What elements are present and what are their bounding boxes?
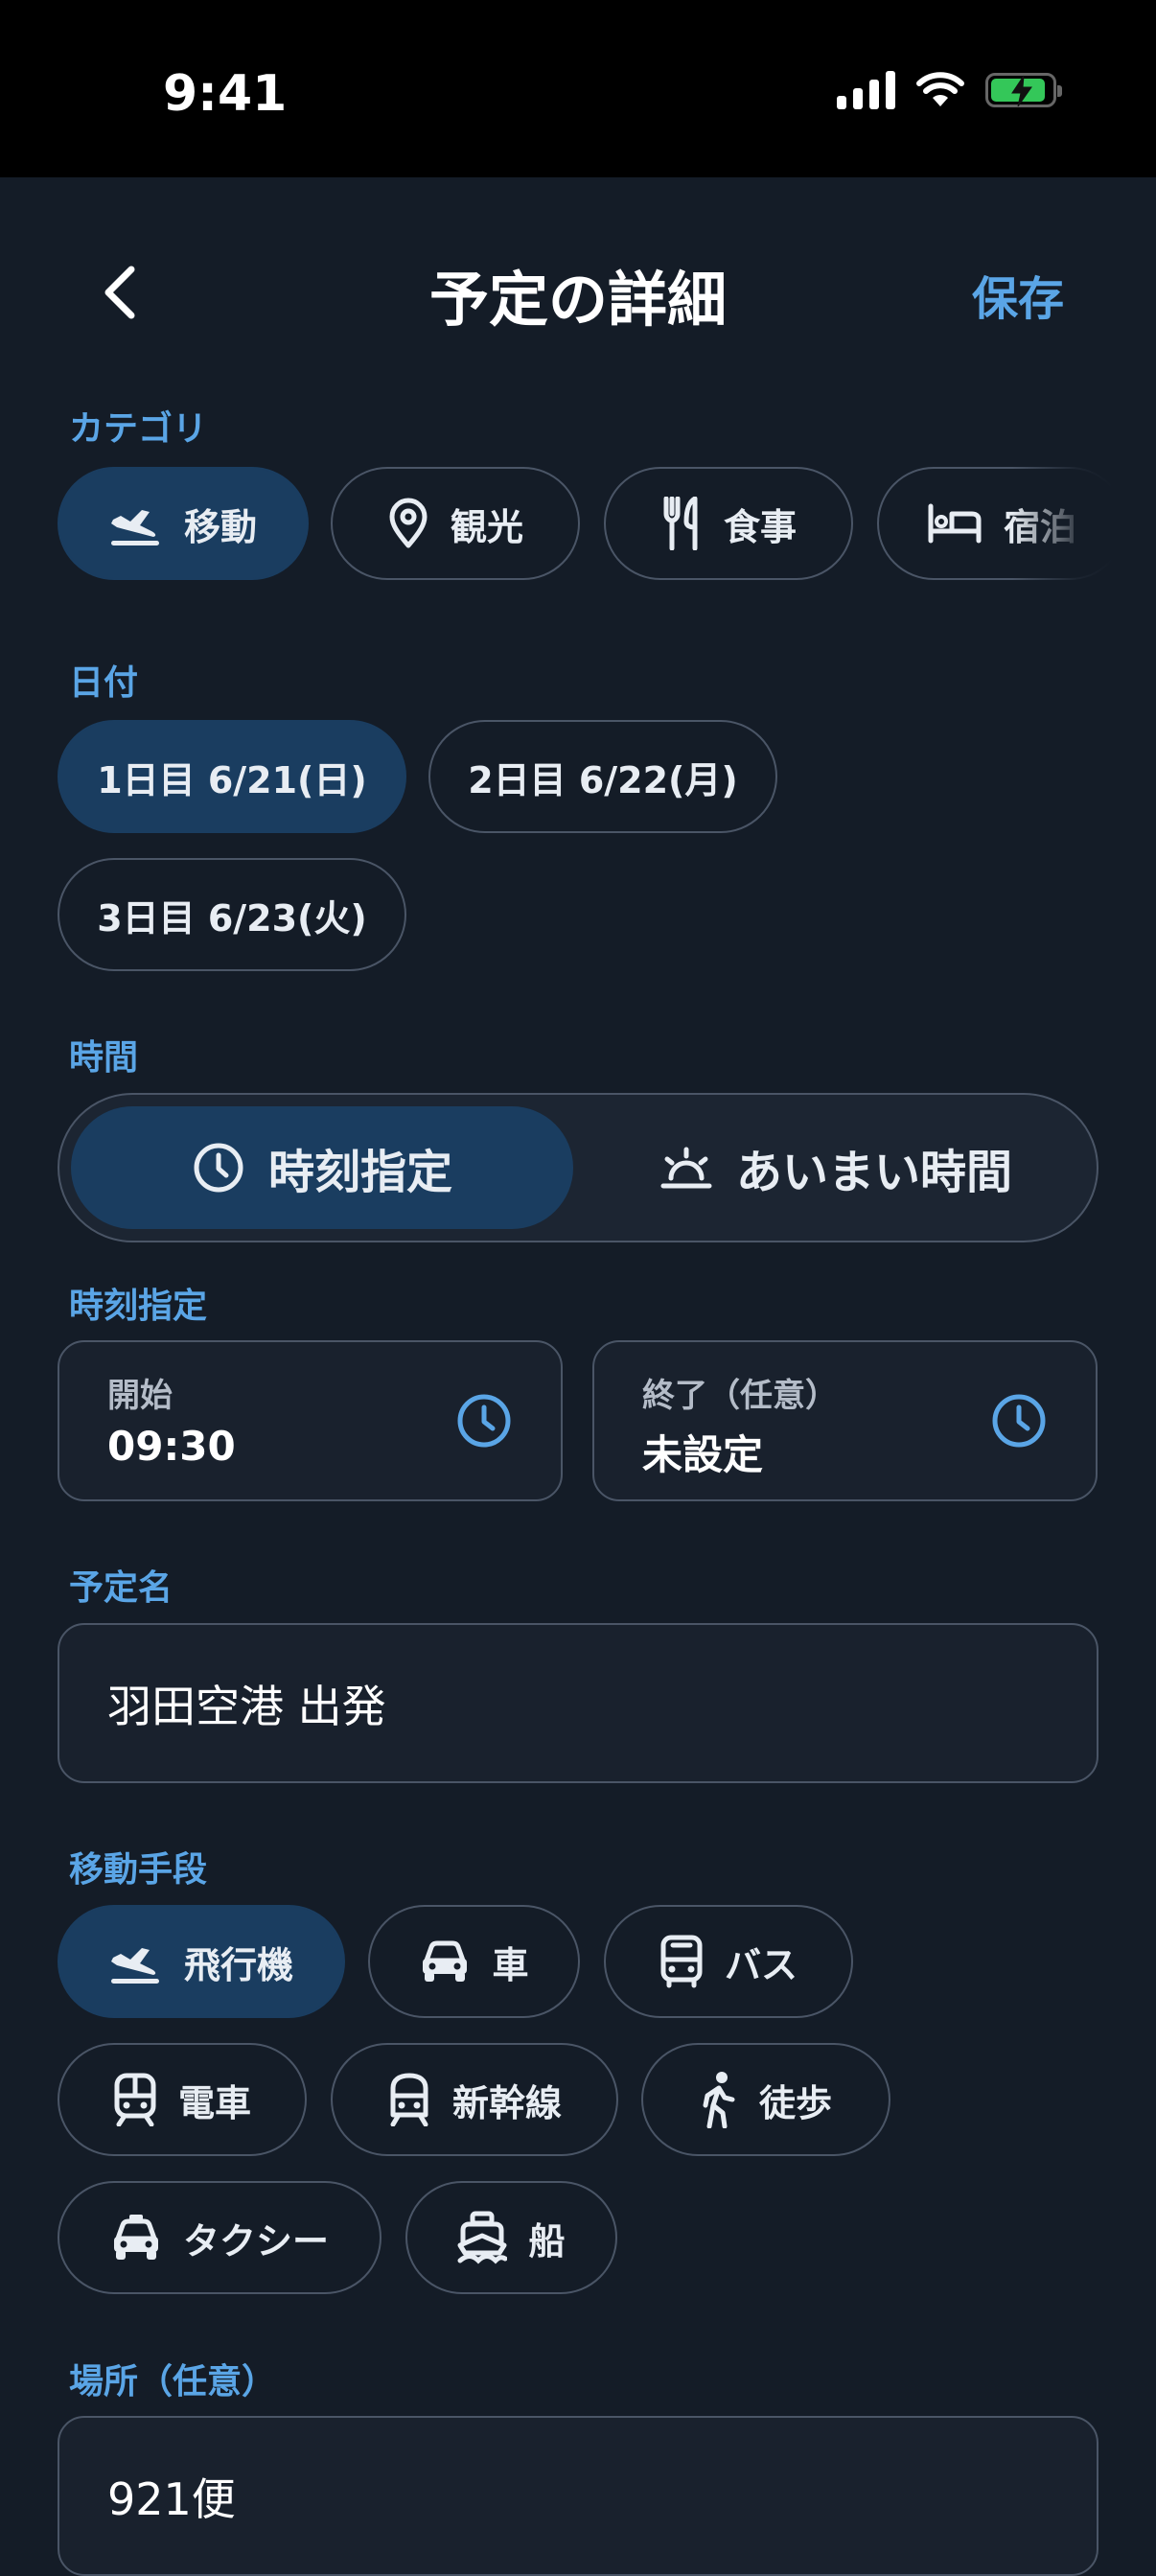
- transport-chip-label: 徒歩: [758, 2081, 832, 2124]
- clock-icon: [992, 1394, 1046, 1448]
- clock-icon: [194, 1143, 243, 1193]
- event-name-label: 予定名: [69, 1568, 173, 1608]
- time-label: 時間: [69, 1038, 139, 1078]
- time-mode-label: あいまい時間: [735, 1146, 1012, 1199]
- date-chip-day1[interactable]: 1日目 6/21(日): [58, 720, 406, 833]
- clock-icon: [457, 1394, 511, 1448]
- car-icon: [423, 1940, 468, 1982]
- train-icon: [114, 2073, 156, 2126]
- start-time-value: 09:30: [107, 1423, 236, 1470]
- wifi-icon: [916, 72, 964, 106]
- transport-chip-walk[interactable]: 徒歩: [641, 2043, 890, 2156]
- taxi-icon: [113, 2215, 158, 2260]
- category-chip-sightseeing[interactable]: 観光: [331, 467, 580, 580]
- transport-chip-label: 飛行機: [183, 1943, 293, 1986]
- event-name-input[interactable]: 羽田空港 出発: [58, 1623, 1098, 1783]
- airplane-icon: [110, 510, 159, 545]
- bus-icon: [660, 1935, 703, 1988]
- time-mode-label: 時刻指定: [267, 1146, 452, 1199]
- transport-chip-taxi[interactable]: タクシー: [58, 2181, 381, 2294]
- utensils-icon: [663, 497, 698, 550]
- start-time-field[interactable]: 開始 09:30: [58, 1340, 563, 1501]
- walking-icon: [703, 2072, 735, 2128]
- location-input[interactable]: 921便: [58, 2416, 1098, 2576]
- time-mode-fuzzy[interactable]: あいまい時間: [585, 1106, 1087, 1229]
- location-label: 場所（任意）: [69, 2362, 277, 2402]
- save-button[interactable]: 保存: [972, 261, 1064, 328]
- bed-icon: [928, 503, 982, 544]
- category-chip-label: 移動: [183, 505, 257, 548]
- transport-chip-label: バス: [724, 1943, 798, 1986]
- date-label: 日付: [69, 663, 139, 703]
- battery-icon: [985, 73, 1062, 107]
- event-name-value: 羽田空港 出発: [107, 1680, 386, 1732]
- end-time-field[interactable]: 終了（任意） 未設定: [592, 1340, 1098, 1501]
- transport-label: 移動手段: [69, 1850, 208, 1890]
- airplane-icon: [110, 1948, 159, 1984]
- location-value: 921便: [107, 2472, 236, 2525]
- category-chip-label: 観光: [450, 505, 523, 548]
- ship-icon: [457, 2211, 508, 2264]
- category-chip-meal[interactable]: 食事: [604, 467, 853, 580]
- date-chip-label: 1日目 6/21(日): [97, 758, 367, 801]
- cellular-signal-icon: [837, 71, 895, 109]
- transport-chip-label: 船: [528, 2219, 566, 2263]
- time-spec-label: 時刻指定: [69, 1287, 208, 1326]
- end-time-value: 未設定: [642, 1431, 764, 1478]
- transport-chip-airplane[interactable]: 飛行機: [58, 1905, 345, 2018]
- transport-chip-train[interactable]: 電車: [58, 2043, 307, 2156]
- category-chip-label: 食事: [723, 505, 797, 548]
- time-mode-exact[interactable]: 時刻指定: [71, 1106, 573, 1229]
- status-bar: 9:41: [0, 0, 1156, 177]
- map-pin-icon: [389, 498, 428, 548]
- date-chip-label: 3日目 6/23(火): [97, 896, 367, 940]
- date-chip-day3[interactable]: 3日目 6/23(火): [58, 858, 406, 971]
- transport-chip-label: 車: [492, 1943, 529, 1986]
- transport-chip-shinkansen[interactable]: 新幹線: [331, 2043, 618, 2156]
- status-time: 9:41: [163, 65, 288, 123]
- category-label: カテゴリ: [69, 409, 208, 449]
- transport-chip-label: タクシー: [182, 2219, 329, 2263]
- date-chip-label: 2日目 6/22(月): [468, 758, 738, 801]
- time-mode-toggle: 時刻指定 あいまい時間: [58, 1093, 1098, 1242]
- transport-chip-label: 新幹線: [451, 2081, 562, 2124]
- transport-chip-car[interactable]: 車: [368, 1905, 580, 2018]
- date-chip-day2[interactable]: 2日目 6/22(月): [428, 720, 777, 833]
- scroll-fade: [1012, 460, 1156, 585]
- header: 予定の詳細 保存: [0, 230, 1156, 355]
- status-icons: [837, 71, 1062, 109]
- start-time-label: 開始: [107, 1377, 173, 1415]
- transport-chip-label: 電車: [177, 2081, 251, 2124]
- bullet-train-icon: [390, 2073, 428, 2126]
- sunrise-icon: [660, 1147, 712, 1189]
- transport-chip-ship[interactable]: 船: [405, 2181, 617, 2294]
- transport-chip-bus[interactable]: バス: [604, 1905, 853, 2018]
- category-chip-move[interactable]: 移動: [58, 467, 309, 580]
- end-time-label: 終了（任意）: [642, 1377, 838, 1415]
